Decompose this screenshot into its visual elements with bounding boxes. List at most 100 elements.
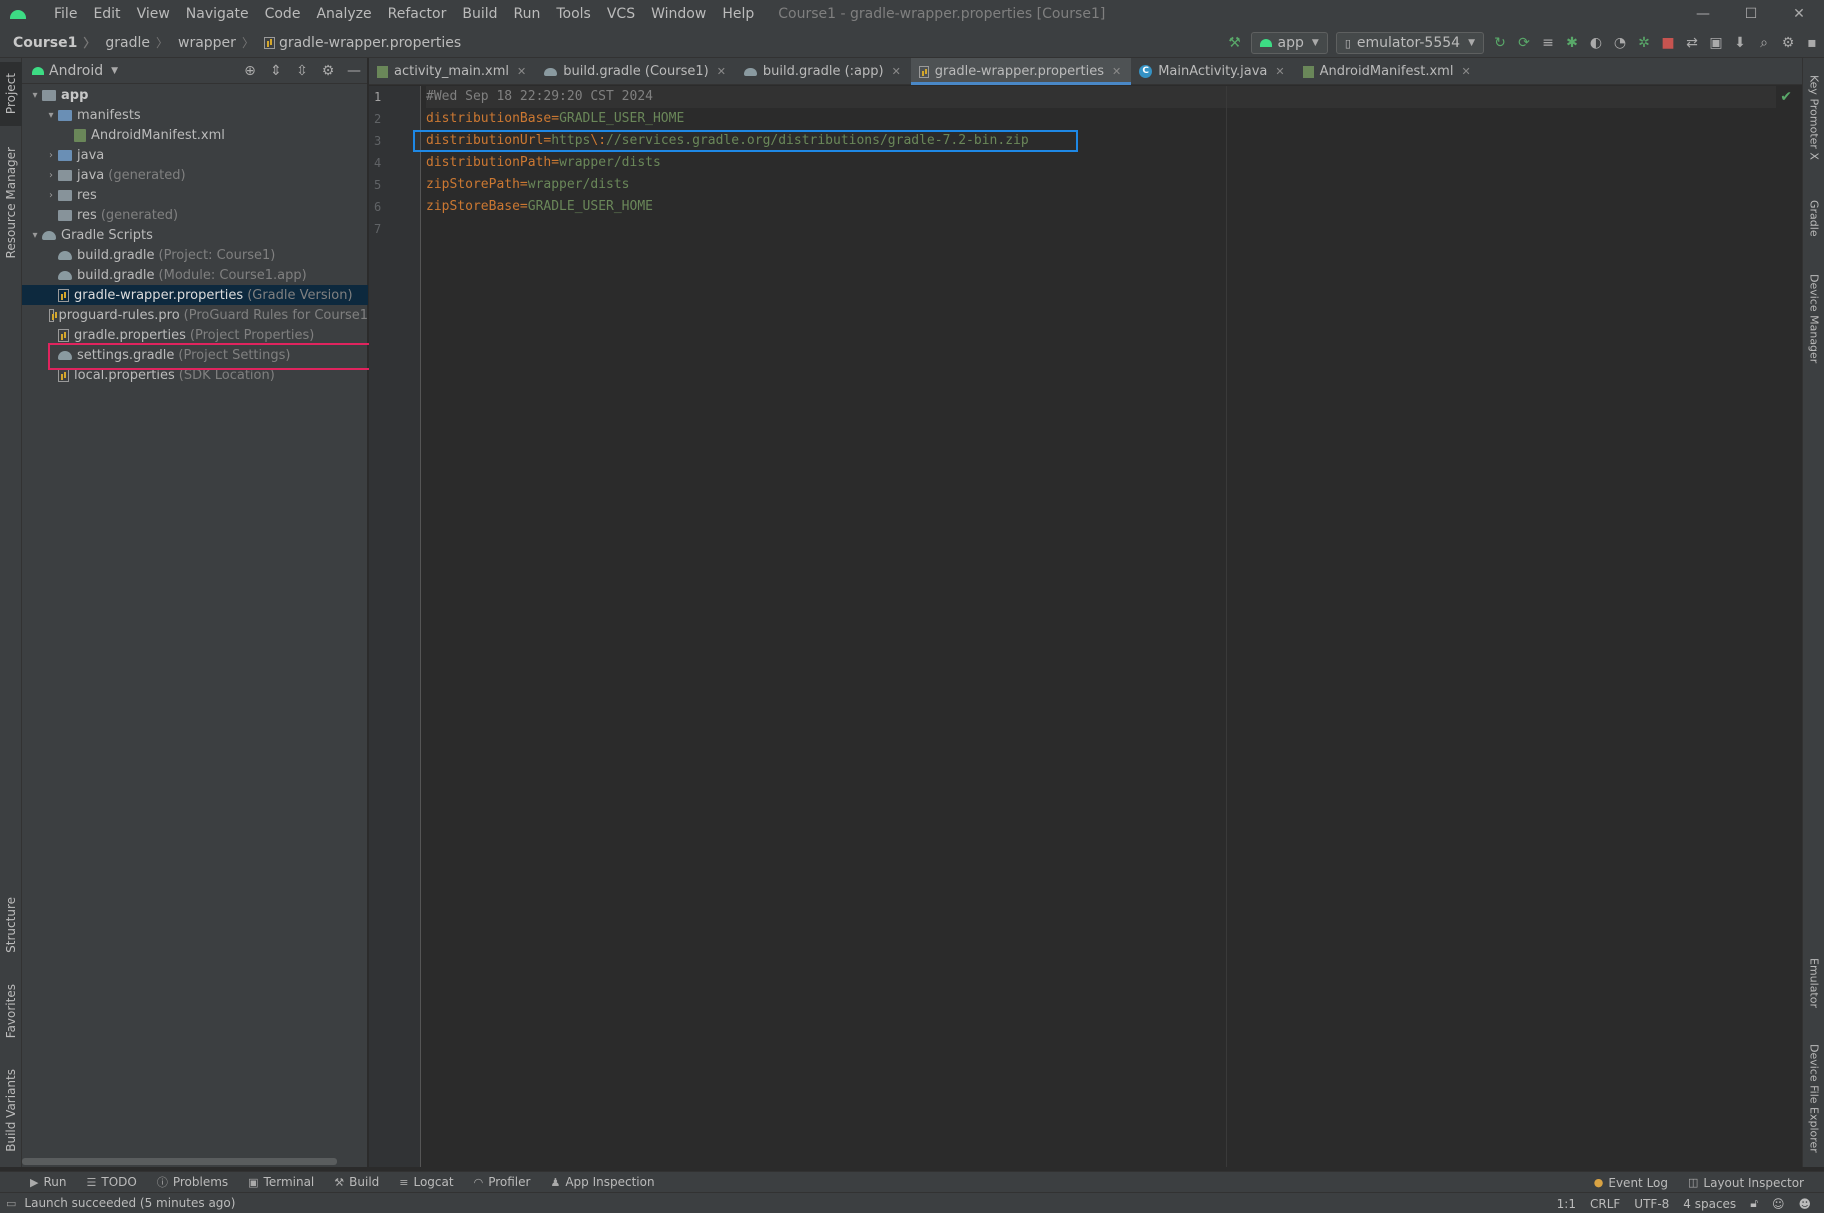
collapse-all-icon[interactable]: ⇳: [289, 63, 315, 79]
tree-item[interactable]: proguard-rules.pro (ProGuard Rules for Co…: [22, 305, 368, 325]
tool-app-inspection[interactable]: ♟ App Inspection: [540, 1175, 664, 1189]
close-tab-icon[interactable]: ✕: [717, 65, 726, 78]
apply-changes-restart-icon[interactable]: ↻: [1488, 28, 1512, 58]
status-message[interactable]: Launch succeeded (5 minutes ago): [24, 1196, 235, 1210]
menu-file[interactable]: File: [46, 6, 85, 22]
close-tab-icon[interactable]: ✕: [1461, 65, 1470, 78]
gear-icon[interactable]: ⚙: [315, 63, 341, 79]
hide-panel-icon[interactable]: —: [341, 63, 367, 79]
caret-position[interactable]: 1:1: [1550, 1197, 1583, 1211]
tool-tab-resource-manager[interactable]: Resource Manager: [0, 138, 22, 268]
tool-layout-inspector[interactable]: ◫ Layout Inspector: [1678, 1176, 1814, 1190]
chevron-right-icon[interactable]: ›: [44, 190, 58, 201]
expand-all-icon[interactable]: ⇕: [263, 63, 289, 79]
tool-profiler[interactable]: ◠ Profiler: [464, 1175, 541, 1189]
menu-code[interactable]: Code: [257, 6, 309, 22]
chevron-down-icon[interactable]: ▾: [44, 110, 58, 121]
editor-tab[interactable]: build.gradle (Course1) ✕: [536, 58, 736, 85]
device-manager-icon[interactable]: ▣: [1704, 28, 1728, 58]
file-encoding[interactable]: UTF-8: [1627, 1197, 1676, 1211]
attach-debugger-icon[interactable]: ✲: [1632, 28, 1656, 58]
feedback-icon[interactable]: ☻: [1791, 1197, 1818, 1211]
tree-item[interactable]: › res: [22, 185, 368, 205]
locate-file-icon[interactable]: ⊕: [237, 63, 263, 79]
run-list-icon[interactable]: ≡: [1536, 28, 1560, 58]
minimize-button[interactable]: —: [1680, 0, 1726, 28]
chevron-right-icon[interactable]: ›: [44, 170, 58, 181]
tree-item[interactable]: local.properties (SDK Location): [22, 365, 368, 385]
status-toggle-icon[interactable]: ▭: [6, 1197, 16, 1210]
breadcrumb-wrapper[interactable]: wrapper 〉: [168, 34, 254, 51]
breadcrumb-file[interactable]: gradle-wrapper.properties: [254, 35, 461, 51]
menu-navigate[interactable]: Navigate: [178, 6, 257, 22]
tree-item[interactable]: build.gradle (Module: Course1.app): [22, 265, 368, 285]
menu-analyze[interactable]: Analyze: [308, 6, 379, 22]
chevron-down-icon[interactable]: ▾: [28, 90, 42, 101]
sdk-manager-icon[interactable]: ⬇: [1728, 28, 1752, 58]
code-line[interactable]: #Wed Sep 18 22:29:20 CST 2024: [426, 86, 1776, 108]
editor-tab[interactable]: activity_main.xml ✕: [369, 58, 536, 85]
tree-item[interactable]: AndroidManifest.xml: [22, 125, 368, 145]
code-line[interactable]: distributionPath=wrapper/dists: [426, 152, 1776, 174]
search-icon[interactable]: ⌕: [1752, 28, 1776, 58]
code-line[interactable]: zipStoreBase=GRADLE_USER_HOME: [426, 196, 1776, 218]
menu-view[interactable]: View: [129, 6, 178, 22]
tree-item[interactable]: gradle.properties (Project Properties): [22, 325, 368, 345]
tool-tab-device-file-explorer[interactable]: Device File Explorer: [1803, 1033, 1824, 1163]
breadcrumb-project[interactable]: Course1 〉: [0, 34, 95, 51]
lock-icon[interactable]: 🔓︎: [1743, 1196, 1765, 1211]
menu-vcs[interactable]: VCS: [599, 6, 643, 22]
debug-icon[interactable]: ✱: [1560, 28, 1584, 58]
close-tab-icon[interactable]: ✕: [517, 65, 526, 78]
tree-item[interactable]: res (generated): [22, 205, 368, 225]
chevron-down-icon[interactable]: ▾: [28, 230, 42, 241]
stop-icon[interactable]: ■: [1656, 28, 1680, 58]
line-separator[interactable]: CRLF: [1583, 1197, 1627, 1211]
tree-item[interactable]: ▾ manifests: [22, 105, 368, 125]
code-line[interactable]: zipStorePath=wrapper/dists: [426, 174, 1776, 196]
menu-help[interactable]: Help: [714, 6, 762, 22]
code-line[interactable]: distributionBase=GRADLE_USER_HOME: [426, 108, 1776, 130]
tool-tab-structure[interactable]: Structure: [0, 888, 22, 962]
apply-code-changes-icon[interactable]: ⟳: [1512, 28, 1536, 58]
tree-item[interactable]: › java: [22, 145, 368, 165]
tool-build[interactable]: ⚒ Build: [324, 1175, 389, 1189]
tool-tab-key-promoter[interactable]: Key Promoter X: [1803, 62, 1824, 172]
tree-item[interactable]: settings.gradle (Project Settings): [22, 345, 368, 365]
menu-refactor[interactable]: Refactor: [380, 6, 455, 22]
tool-tab-project[interactable]: Project: [0, 62, 22, 126]
code-line[interactable]: [426, 218, 1776, 240]
run-config-selector[interactable]: app ▼: [1250, 32, 1328, 54]
maximize-button[interactable]: ☐: [1728, 0, 1774, 28]
menu-run[interactable]: Run: [506, 6, 549, 22]
editor-tab[interactable]: C MainActivity.java ✕: [1131, 58, 1294, 85]
code-line[interactable]: distributionUrl=https\://services.gradle…: [426, 130, 1776, 152]
tool-todo[interactable]: ☰ TODO: [76, 1175, 146, 1189]
tool-tab-favorites[interactable]: Favorites: [0, 974, 22, 1048]
tool-tab-build-variants[interactable]: Build Variants: [0, 1060, 22, 1160]
tree-item[interactable]: ▾ app: [22, 85, 368, 105]
close-tab-icon[interactable]: ✕: [892, 65, 901, 78]
device-selector[interactable]: ▯ emulator-5554 ▼: [1335, 32, 1484, 54]
tool-tab-emulator[interactable]: Emulator: [1803, 948, 1824, 1018]
code-editor[interactable]: 1 2 3 4 5 6 7 #Wed Sep 18 22:29:20 CST 2024 dis…: [369, 86, 1802, 1167]
tool-logcat[interactable]: ≡ Logcat: [389, 1175, 463, 1189]
horizontal-scrollbar[interactable]: [22, 1158, 337, 1165]
indent-setting[interactable]: 4 spaces: [1676, 1197, 1743, 1211]
tree-item[interactable]: ▾ Gradle Scripts: [22, 225, 368, 245]
menu-build[interactable]: Build: [454, 6, 505, 22]
chevron-right-icon[interactable]: ›: [44, 150, 58, 161]
close-window-button[interactable]: ✕: [1776, 0, 1822, 28]
tree-item[interactable]: gradle-wrapper.properties (Gradle Version…: [22, 285, 368, 305]
menu-edit[interactable]: Edit: [85, 6, 128, 22]
smiley-icon[interactable]: ☺: [1765, 1197, 1792, 1211]
close-tab-icon[interactable]: ✕: [1112, 65, 1121, 78]
tool-problems[interactable]: ⓘ Problems: [147, 1174, 238, 1190]
editor-tab[interactable]: AndroidManifest.xml ✕: [1295, 58, 1481, 85]
editor-tab[interactable]: gradle-wrapper.properties ✕: [910, 58, 1132, 85]
editor-tab[interactable]: build.gradle (:app) ✕: [736, 58, 911, 85]
gear-icon[interactable]: ⚙: [1776, 28, 1800, 58]
close-tab-icon[interactable]: ✕: [1275, 65, 1284, 78]
breadcrumb-gradle[interactable]: gradle 〉: [95, 34, 168, 51]
tool-run[interactable]: ▶ Run: [0, 1175, 76, 1189]
